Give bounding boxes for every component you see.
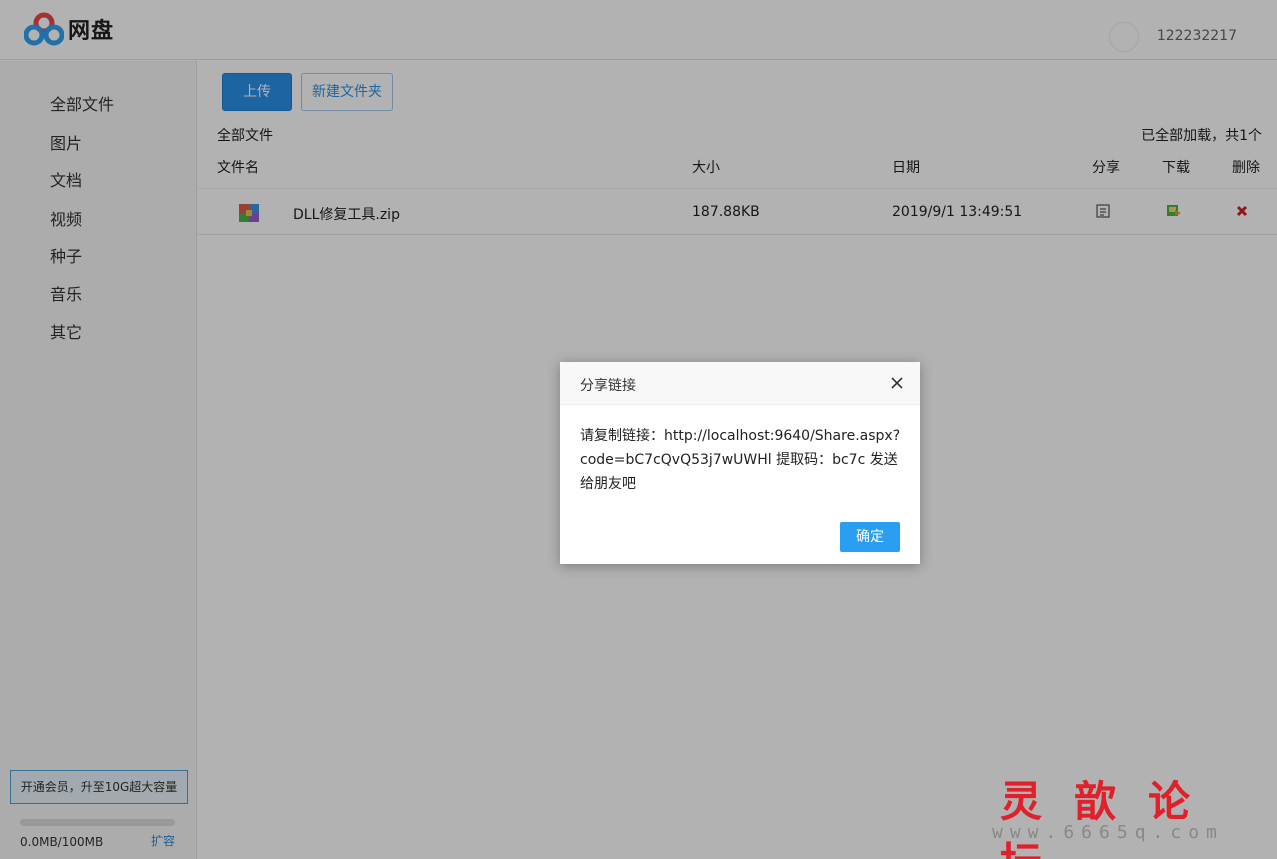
- confirm-button[interactable]: 确定: [840, 522, 900, 552]
- close-icon[interactable]: [888, 374, 906, 392]
- dialog-title: 分享链接: [580, 378, 636, 394]
- dialog-header: 分享链接: [560, 362, 920, 405]
- dialog-message[interactable]: 请复制链接：http://localhost:9640/Share.aspx?c…: [580, 424, 902, 496]
- watermark-url: www.6665q.com: [992, 822, 1224, 843]
- watermark-title: 灵歆论坛: [1000, 777, 1223, 859]
- share-link-dialog: 分享链接 请复制链接：http://localhost:9640/Share.a…: [560, 362, 920, 564]
